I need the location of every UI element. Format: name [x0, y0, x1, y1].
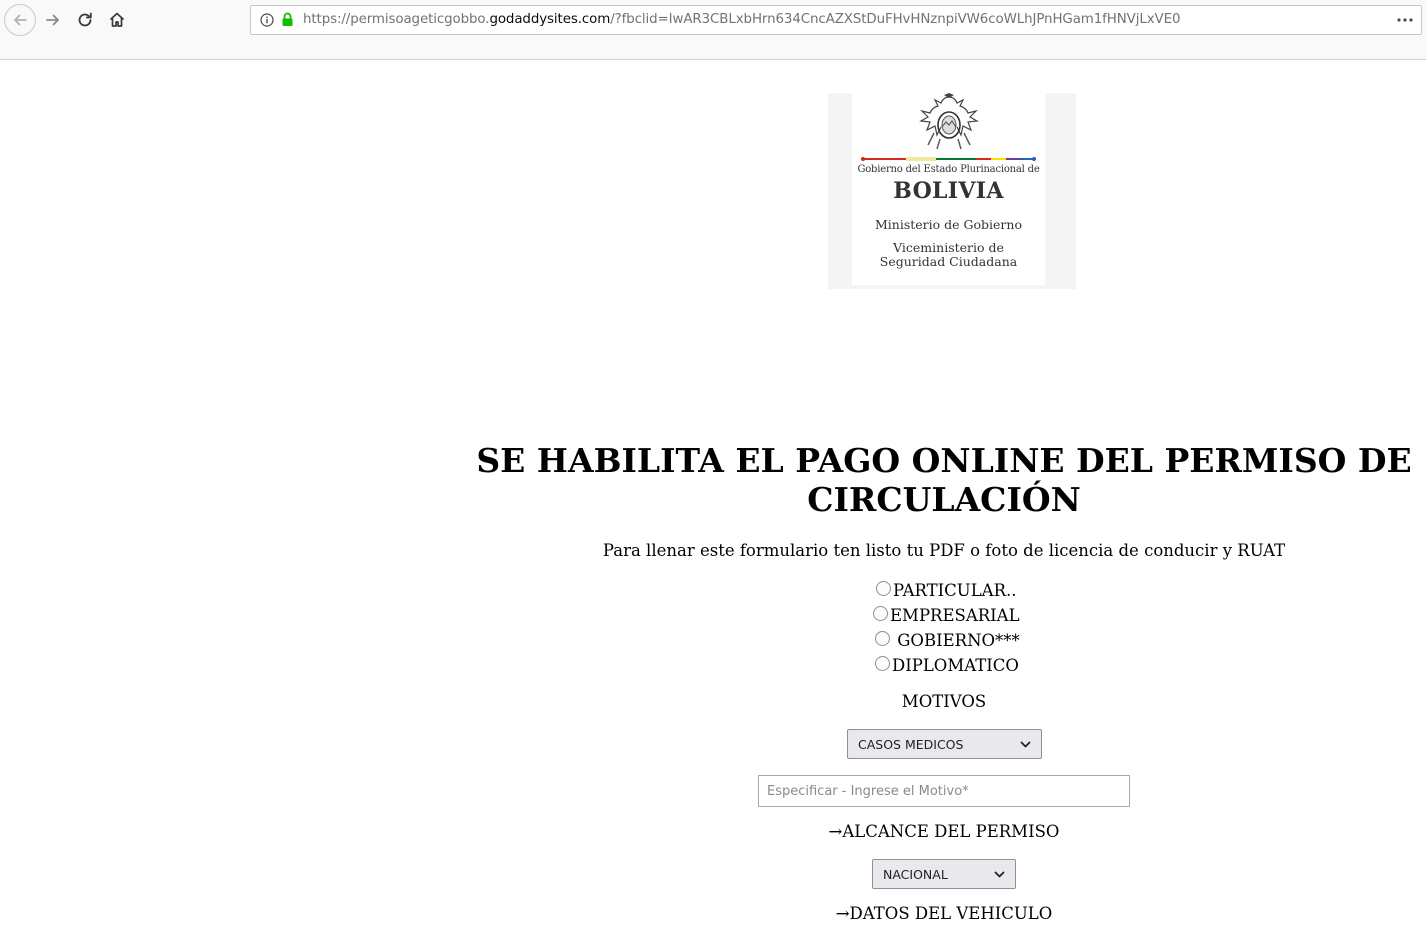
logo-country: BOLIVIA: [893, 178, 1004, 204]
motivo-select[interactable]: CASOS MEDICOS: [847, 729, 1042, 759]
radio-button[interactable]: [876, 581, 891, 596]
forward-button[interactable]: [37, 4, 69, 36]
page-title: SE HABILITA EL PAGO ONLINE DEL PERMISO D…: [462, 441, 1426, 519]
radio-label: DIPLOMATICO: [892, 656, 1019, 675]
back-arrow-icon: [14, 14, 27, 26]
radio-label: PARTICULAR..: [893, 581, 1017, 600]
radio-button[interactable]: [873, 606, 888, 621]
alcance-label: →ALCANCE DEL PERMISO: [828, 822, 1060, 841]
alcance-select-value: NACIONAL: [883, 866, 948, 882]
page-title-line-1: SE HABILITA EL PAGO ONLINE DEL PERMISO D…: [476, 441, 1412, 480]
chevron-down-icon: [1020, 741, 1031, 748]
info-icon[interactable]: [260, 13, 274, 27]
url-bar[interactable]: https://permisoageticgobbo.godaddysites.…: [250, 5, 1422, 35]
motivo-specify-input[interactable]: [758, 775, 1130, 807]
logo-vice-ministry-line-2: Seguridad Ciudadana: [879, 254, 1018, 269]
government-logo: Gobierno del Estado Plurinacional de BOL…: [828, 93, 1076, 289]
radio-button[interactable]: [875, 656, 890, 671]
logo-vice-ministry: Viceministerio de Seguridad Ciudadana: [852, 241, 1045, 269]
radio-option-gobierno[interactable]: GOBIERNO***: [875, 631, 1020, 650]
radio-button[interactable]: [875, 631, 890, 646]
radio-option-empresarial[interactable]: EMPRESARIAL: [873, 606, 1020, 625]
url-text: https://permisoageticgobbo.godaddysites.…: [303, 12, 1181, 27]
coat-of-arms-icon: [919, 93, 979, 150]
vehiculo-label: →DATOS DEL VEHICULO: [835, 904, 1053, 923]
flag-stripe-icon: [861, 157, 1036, 161]
radio-label: GOBIERNO***: [892, 631, 1020, 650]
forward-arrow-icon: [46, 14, 59, 26]
reload-icon: [78, 12, 92, 27]
logo-card: Gobierno del Estado Plurinacional de BOL…: [852, 93, 1045, 285]
radio-option-particular[interactable]: PARTICULAR..: [876, 581, 1016, 600]
page-title-line-2: CIRCULACIÓN: [807, 480, 1081, 519]
back-button[interactable]: [4, 4, 36, 36]
home-icon: [109, 12, 125, 27]
home-button[interactable]: [101, 4, 133, 36]
logo-government-line: Gobierno del Estado Plurinacional de: [857, 164, 1040, 175]
radio-option-diplomatico[interactable]: DIPLOMATICO: [875, 656, 1019, 675]
motivos-label: MOTIVOS: [901, 692, 987, 711]
chevron-down-icon: [994, 871, 1005, 878]
reload-button[interactable]: [69, 4, 101, 36]
browser-toolbar: https://permisoageticgobbo.godaddysites.…: [0, 0, 1426, 60]
logo-vice-ministry-line-1: Viceministerio de: [893, 240, 1004, 255]
logo-ministry: Ministerio de Gobierno: [875, 217, 1022, 232]
alcance-select[interactable]: NACIONAL: [872, 859, 1016, 889]
page-subtitle: Para llenar este formulario ten listo tu…: [602, 541, 1286, 560]
radio-label: EMPRESARIAL: [890, 606, 1020, 625]
motivo-select-value: CASOS MEDICOS: [858, 736, 964, 752]
more-icon[interactable]: [1395, 12, 1415, 28]
lock-icon[interactable]: [281, 12, 294, 27]
